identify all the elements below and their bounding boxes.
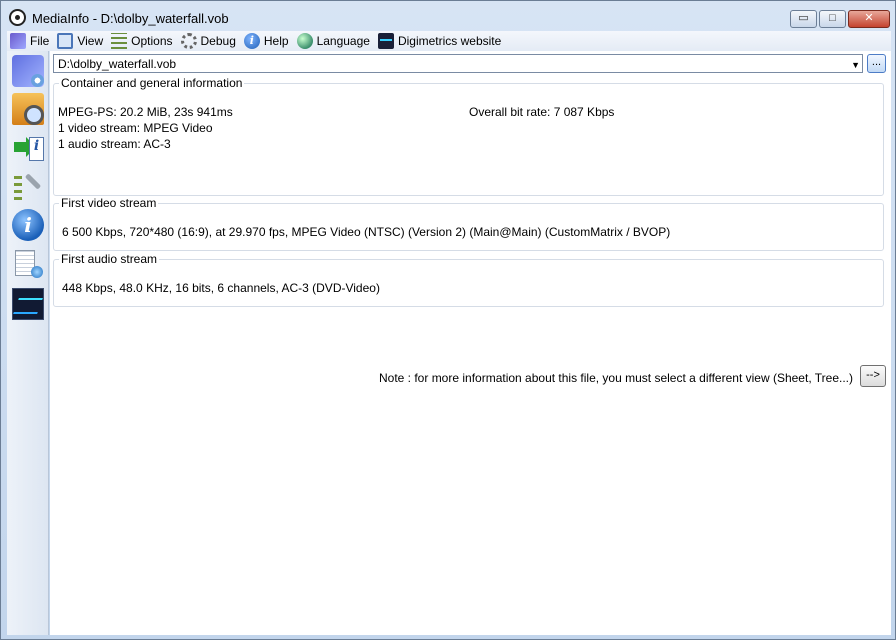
browse-button[interactable]: ... [867,54,886,73]
container-format: MPEG-PS: 20.2 MiB, 23s 941ms [58,105,233,119]
digimetrics-icon [377,33,394,49]
video-stream-details: 6 500 Kbps, 720*480 (16:9), at 29.970 fp… [62,225,671,239]
audio-stream-group: First audio stream 448 Kbps, 48.0 KHz, 1… [53,252,884,307]
menu-language[interactable]: Language [294,31,375,51]
file-select-combobox[interactable]: D:\dolby_waterfall.vob ▼ [53,54,863,73]
left-toolbar: i i [7,51,49,635]
menu-options[interactable]: Options [108,31,177,51]
menu-debug-label: Debug [200,34,236,48]
menu-help-label: Help [263,34,289,48]
next-view-button[interactable]: --> [860,365,886,387]
file-icon [10,33,26,49]
mediainfo-window: MediaInfo - D:\dolby_waterfall.vob ▭ □ ✕… [0,0,896,640]
audio-stream-details: 448 Kbps, 48.0 KHz, 16 bits, 6 channels,… [62,281,380,295]
export-info-icon: i [29,137,44,161]
open-file-icon[interactable] [12,55,44,87]
preferences-icon[interactable] [12,171,44,203]
debug-icon [180,33,197,49]
audio-stream-count: 1 audio stream: AC-3 [58,137,171,151]
menu-file[interactable]: File [7,31,54,51]
container-info-legend: Container and general information [59,76,245,90]
file-select-value: D:\dolby_waterfall.vob [58,57,177,71]
menu-digimetrics[interactable]: Digimetrics website [375,31,506,51]
minimize-button[interactable]: ▭ [790,10,817,28]
video-stream-group: First video stream 6 500 Kbps, 720*480 (… [53,196,884,251]
menu-bar: File View Options Debug i Help Language … [7,31,891,51]
main-panel: D:\dolby_waterfall.vob ▼ ... Container a… [50,51,891,635]
dropdown-arrow-icon[interactable]: ▼ [851,58,860,72]
menu-help[interactable]: i Help [241,31,294,51]
options-icon [111,33,128,49]
export-icon[interactable]: i [12,133,44,165]
container-info-group: Container and general information MPEG-P… [53,76,884,196]
maximize-button[interactable]: □ [819,10,846,28]
help-icon: i [243,33,260,49]
video-stream-count: 1 video stream: MPEG Video [58,121,213,135]
overall-bitrate: Overall bit rate: 7 087 Kbps [469,105,615,119]
menu-digimetrics-label: Digimetrics website [397,34,502,48]
menu-file-label: File [30,34,50,48]
menu-view[interactable]: View [54,31,108,51]
audio-stream-legend: First audio stream [59,252,160,266]
open-folder-icon[interactable] [12,93,44,125]
video-stream-legend: First video stream [59,196,159,210]
window-title: MediaInfo - D:\dolby_waterfall.vob [32,11,229,26]
report-icon[interactable] [12,248,44,280]
menu-options-label: Options [131,34,173,48]
menu-debug[interactable]: Debug [178,31,241,51]
close-button[interactable]: ✕ [848,10,890,28]
about-icon[interactable]: i [12,209,44,241]
language-icon [296,33,313,49]
title-bar[interactable]: MediaInfo - D:\dolby_waterfall.vob ▭ □ ✕ [1,1,895,31]
mediainfo-app-icon[interactable] [9,9,26,26]
menu-language-label: Language [316,34,370,48]
digimetrics-toolbar-icon[interactable] [12,288,44,320]
menu-view-label: View [77,34,104,48]
view-icon [57,33,74,49]
view-note: Note : for more information about this f… [379,371,853,385]
